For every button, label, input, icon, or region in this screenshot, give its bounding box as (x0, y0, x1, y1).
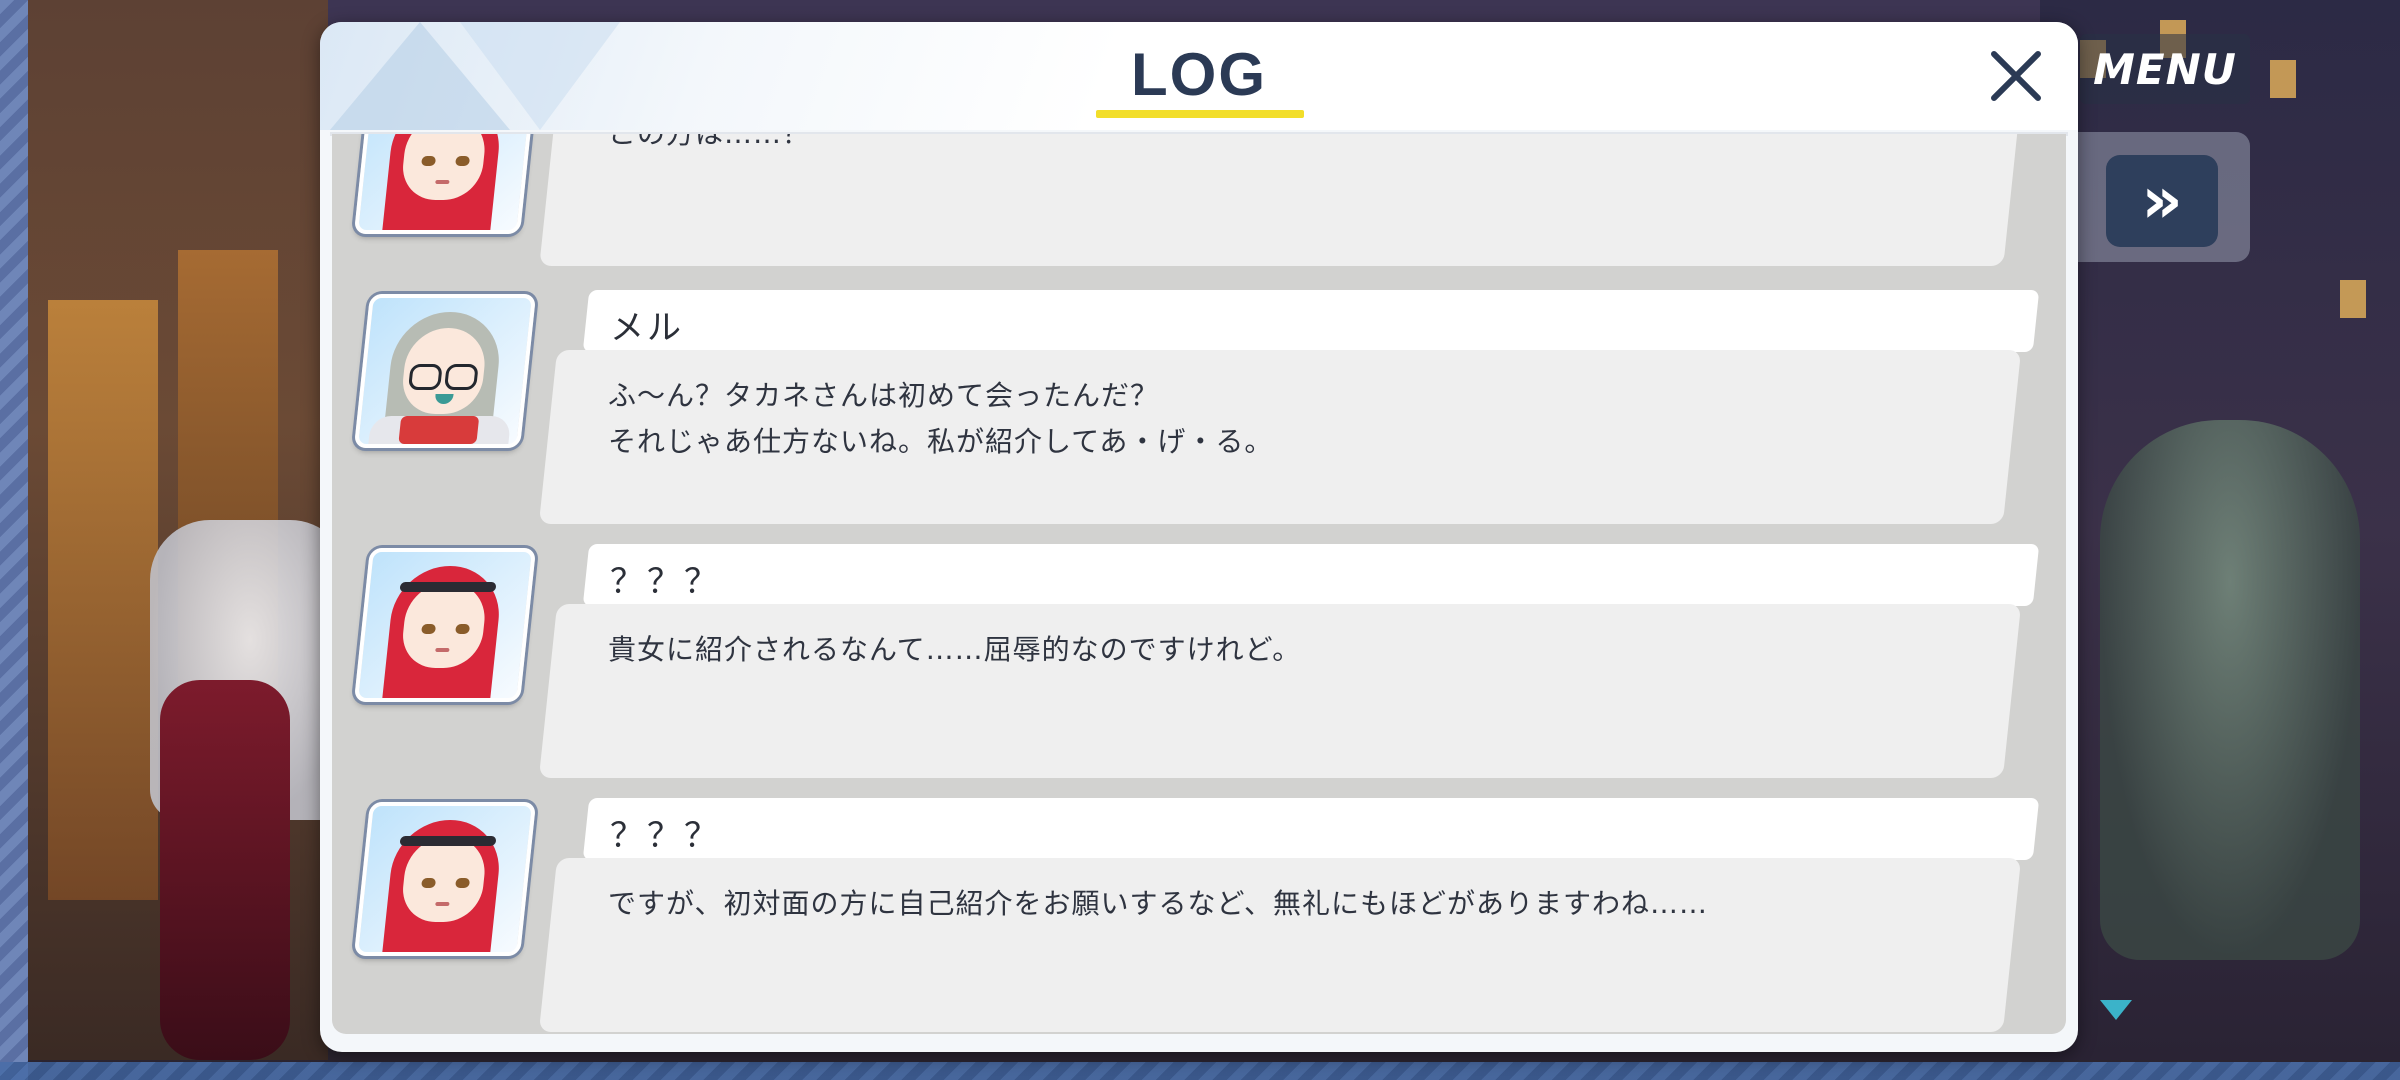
message-line: ですが、初対面の方に自己紹介をお願いするなど、無礼にもほどがありますわね…… (608, 887, 1709, 920)
speaker-name-bar (582, 544, 2040, 606)
speaker-name: ？？？ (610, 816, 721, 856)
title-underline (1096, 110, 1304, 118)
avatar-silver-haired-girl-glasses (353, 294, 537, 448)
fast-forward-icon: » (2141, 164, 2183, 238)
lit-doorway (48, 300, 158, 900)
bottom-border-stripe (0, 1062, 2400, 1080)
message-line: ふ〜ん？タカネさんは初めて会ったんだ？ (608, 379, 1160, 412)
fast-forward-button[interactable]: » (2106, 155, 2218, 247)
close-button[interactable] (1980, 40, 2052, 112)
avatar-red-haired-girl (353, 548, 537, 702)
speaker-name-bar (582, 798, 2040, 860)
message-line: この方は……？ (608, 134, 811, 158)
left-border-stripe (0, 0, 28, 1080)
log-dialog: LOG この方は……？ (320, 22, 2078, 1052)
avatar-red-haired-girl (353, 134, 537, 234)
character-right-silhouette (2100, 420, 2360, 960)
log-list[interactable]: この方は……？ メル ふ〜ん？タカネさんは初めて会ったんだ？ それじゃあ仕方ない… (332, 134, 2066, 1034)
menu-button[interactable]: MENU (2080, 34, 2250, 104)
window-light (2270, 60, 2296, 98)
character-left-hair (160, 680, 290, 1060)
speaker-name-bar (582, 290, 2040, 352)
message-line: それじゃあ仕方ないね。私が紹介してあ・げ・る。 (608, 425, 1274, 458)
window-light (2340, 280, 2366, 318)
avatar-red-haired-girl (353, 802, 537, 956)
speaker-name: ？？？ (610, 562, 721, 602)
speaker-name: メル (610, 308, 684, 348)
close-icon (1991, 51, 2041, 101)
log-header: LOG (320, 22, 2078, 130)
scroll-down-arrow-icon[interactable] (2100, 1000, 2132, 1020)
message-line: 貴女に紹介されるなんて……屈辱的なのですけれど。 (608, 633, 1302, 666)
log-title: LOG (1131, 41, 1267, 108)
